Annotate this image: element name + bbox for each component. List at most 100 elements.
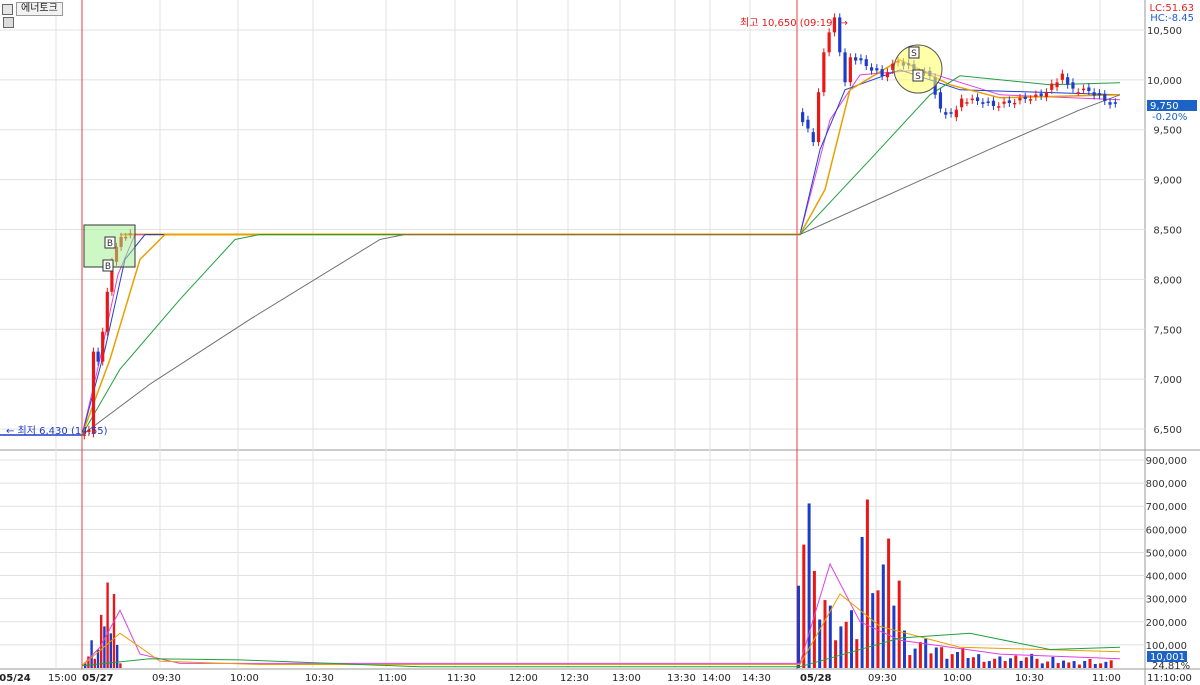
price-tick-label: 7,500 [1153, 325, 1182, 336]
day2-volume-bar [966, 657, 970, 668]
day2-candle [1002, 101, 1006, 104]
day2-candle [960, 98, 964, 108]
day2-volume-bar [1062, 660, 1065, 668]
day2-volume-bar [1051, 656, 1055, 668]
day2-volume-bar [1072, 661, 1076, 668]
volume-tick-label: 600,000 [1146, 525, 1187, 536]
day2-candle [1081, 88, 1086, 91]
time-tick-label: 14:30 [742, 673, 771, 684]
day2-candle [1108, 102, 1112, 105]
time-tick-label: 12:00 [509, 673, 538, 684]
day2-volume-bar [844, 621, 848, 668]
day2-volume-bar [1035, 658, 1039, 668]
day2-volume-bar [855, 639, 859, 668]
time-tick-label: 10:00 [230, 673, 259, 684]
symbol-name[interactable]: 에너토크 [16, 2, 63, 16]
day2-candle [981, 102, 985, 104]
day2-volume-bar [982, 661, 986, 668]
day2-candle [1007, 100, 1011, 103]
day2-volume-bar [871, 593, 875, 668]
day2-volume-bar [839, 626, 843, 668]
time-tick-label: 10:30 [1015, 673, 1044, 684]
day1-volume-bar [112, 594, 116, 668]
day2-volume-bar [1088, 658, 1092, 668]
day2-volume-bar [1046, 661, 1050, 668]
time-tick-label: 10:30 [305, 673, 334, 684]
day2-candle [1066, 77, 1070, 85]
day2-candle [1018, 97, 1022, 101]
signal-label: B [105, 262, 111, 272]
current-price-label: 9,750 [1150, 101, 1179, 112]
day1-candle [91, 351, 96, 434]
hc-value: HC:-8.45 [1150, 13, 1194, 24]
day1-volume-bar [100, 614, 103, 668]
day2-volume-bar [908, 655, 912, 668]
day2-candle [1071, 82, 1075, 89]
price-tick-label: 8,500 [1153, 226, 1182, 237]
day1-volume-bar [106, 582, 109, 668]
day2-volume-bar [807, 503, 811, 668]
day2-candle [1039, 93, 1043, 97]
day2-volume-bar [1093, 663, 1097, 668]
time-tick-label: 09:30 [868, 673, 897, 684]
day2-volume-bar [929, 653, 933, 668]
volume-tick-label: 300,000 [1146, 595, 1187, 606]
day2-volume-bar [971, 657, 975, 668]
volume-tick-label: 900,000 [1146, 456, 1187, 467]
day2-volume-bar [1083, 660, 1087, 668]
day2-candle [938, 92, 943, 109]
time-tick-label: 11:30 [447, 673, 476, 684]
day2-candle [816, 92, 821, 143]
day2-candle [1034, 94, 1038, 97]
day2-candle [1060, 73, 1064, 80]
day2-candle [997, 106, 1001, 108]
day1-volume-bar [119, 663, 122, 668]
day2-volume-bar [1040, 663, 1044, 668]
day2-volume-bar [956, 651, 959, 668]
time-tick-label: 09:30 [152, 673, 181, 684]
volume-tick-label: 500,000 [1146, 548, 1187, 559]
day2-volume-bar [987, 661, 991, 668]
time-tick-label: 13:30 [667, 673, 696, 684]
price-tick-label: 6,500 [1153, 425, 1182, 436]
signal-label: B [107, 239, 113, 249]
day2-volume-bar [797, 585, 800, 668]
time-tick-label: 13:00 [612, 673, 641, 684]
day2-candle [1044, 92, 1049, 98]
grid-toggle-icon[interactable] [3, 17, 14, 28]
high-annotation: 최고 10,650 (09:19) → [740, 17, 848, 29]
day2-candle [869, 67, 874, 71]
day2-candle [801, 112, 805, 123]
time-tick-label: 05/27 [82, 673, 114, 684]
day2-candle [1097, 93, 1102, 96]
day2-volume-bar [1056, 663, 1060, 668]
day1-volume-bar [90, 640, 93, 668]
price-tick-label: 10,000 [1147, 76, 1182, 87]
day2-candle [854, 57, 858, 61]
day2-volume-bar [961, 647, 965, 668]
day2-candle [954, 109, 958, 118]
day2-volume-bar [934, 647, 938, 668]
volume-tick-label: 400,000 [1146, 572, 1187, 583]
stock-chart[interactable]: 10,500 10,000 9,500 9,000 8,500 8,000 7,500 7,0… [0, 0, 1200, 685]
day2-candle [1087, 87, 1091, 92]
day2-candle [827, 32, 831, 53]
day2-volume-bar [1099, 663, 1103, 668]
day2-candle [1113, 102, 1117, 104]
price-tick-label: 10,500 [1147, 26, 1182, 37]
day2-candle [1055, 82, 1059, 88]
volume-pct-label: 24.81% [1152, 661, 1190, 672]
day2-volume-bar [865, 499, 869, 668]
day1-volume-bar [93, 658, 96, 668]
volume-tick-label: 700,000 [1146, 502, 1187, 513]
menu-box-icon[interactable] [2, 3, 13, 15]
day2-volume-bar [1009, 658, 1012, 668]
day2-volume-bar [950, 654, 954, 668]
plot-background [0, 0, 1145, 669]
signal-label: S [911, 49, 917, 59]
day2-candle [1092, 92, 1096, 96]
day2-volume-bar [887, 538, 891, 668]
day2-volume-bar [1077, 664, 1081, 668]
day2-candle [859, 58, 863, 61]
day2-volume-bar [1109, 660, 1113, 668]
